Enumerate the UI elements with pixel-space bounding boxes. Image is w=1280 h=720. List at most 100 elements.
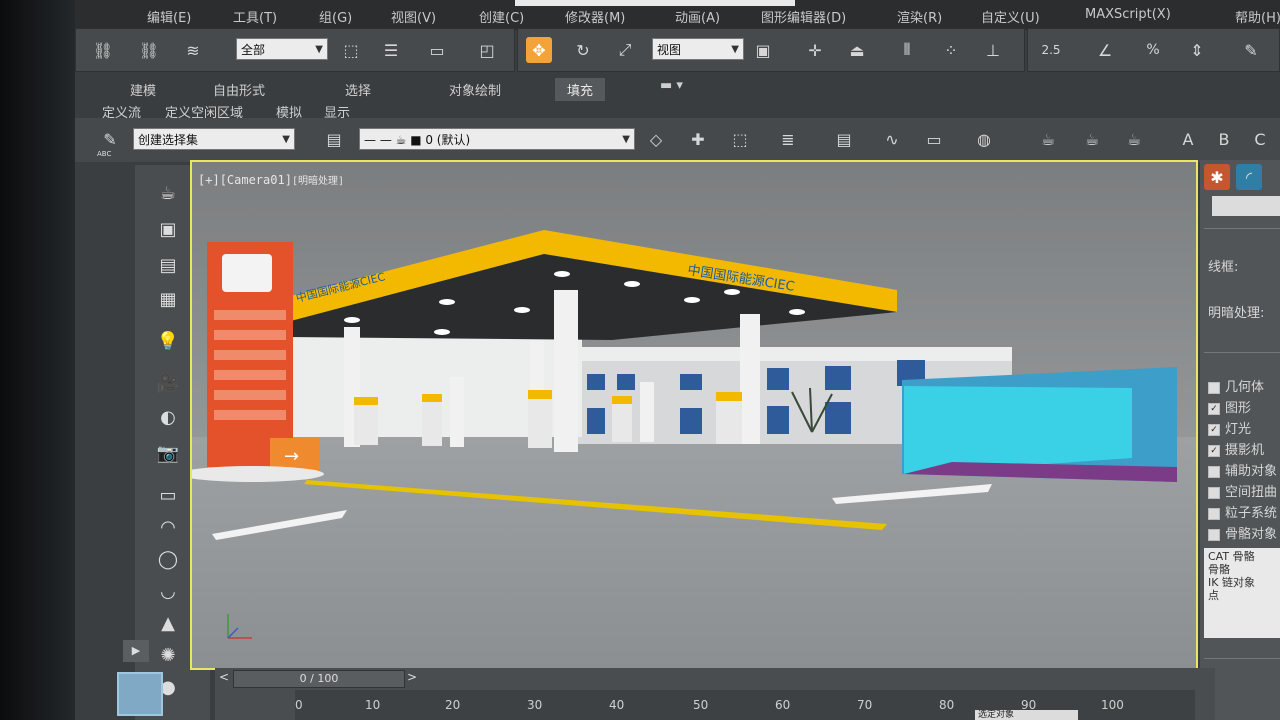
cone-icon[interactable]: ▲ <box>153 611 183 635</box>
c-icon[interactable]: C <box>1247 126 1273 152</box>
viewport-camera[interactable]: [Camera01] <box>220 173 292 187</box>
viewport-menu[interactable]: [+] <box>198 173 220 187</box>
checkbox-geometry[interactable] <box>1208 381 1220 394</box>
dome-icon[interactable]: ◠ <box>153 515 183 539</box>
rotate-icon[interactable]: ↻ <box>570 37 596 63</box>
menu-edit[interactable]: 编辑(E) <box>147 7 191 26</box>
rectangle-selection-icon[interactable]: ▭ <box>424 37 450 63</box>
ring-icon[interactable]: ◯ <box>153 547 183 571</box>
checkbox-bones[interactable] <box>1208 528 1220 541</box>
next-frame-icon[interactable]: > <box>407 670 417 684</box>
camera-icon[interactable]: 🎥 <box>153 371 183 395</box>
unlink-icon[interactable]: ⛓ <box>136 37 162 63</box>
list-item[interactable]: CAT 骨骼 <box>1208 550 1276 563</box>
menu-modifiers[interactable]: 修改器(M) <box>565 7 625 26</box>
list-item[interactable]: 点 <box>1208 589 1276 602</box>
angle-snap-icon[interactable]: ∠ <box>1092 37 1118 63</box>
checkbox-helpers[interactable] <box>1208 465 1220 478</box>
checkbox-cameras[interactable]: ✓ <box>1208 444 1220 457</box>
add-to-layer-icon[interactable]: ✚ <box>685 126 711 152</box>
checkbox-spacewarps[interactable] <box>1208 486 1220 499</box>
align-icon[interactable]: ⊥ <box>980 37 1006 63</box>
list-item[interactable]: 骨骼 <box>1208 563 1276 576</box>
curve-editor-icon[interactable]: ∿ <box>879 126 905 152</box>
scale-icon[interactable]: ⤢ <box>612 37 638 63</box>
a-icon[interactable]: A <box>1175 126 1201 152</box>
ribbon-options-icon[interactable]: ▬ ▾ <box>660 78 683 93</box>
menu-create[interactable]: 创建(C) <box>479 7 524 26</box>
sheet-icon[interactable]: ▤ <box>153 253 183 277</box>
spinner-snap-icon[interactable]: ⇕ <box>1184 37 1210 63</box>
object-name-field[interactable] <box>1212 196 1280 216</box>
material-editor-icon[interactable]: ◍ <box>971 126 997 152</box>
select-by-name-icon[interactable]: ☰ <box>378 37 404 63</box>
menu-help[interactable]: 帮助(H) <box>1235 7 1280 26</box>
schematic-view-icon[interactable]: ▭ <box>921 126 947 152</box>
ribbon-tab-object-paint[interactable]: 对象绘制 <box>449 80 501 99</box>
teapot-icon[interactable]: ☕ <box>153 181 183 205</box>
menu-animation[interactable]: 动画(A) <box>675 7 720 26</box>
pivot-center-icon[interactable]: ▣ <box>750 37 776 63</box>
checkbox-shapes[interactable]: ✓ <box>1208 402 1220 415</box>
menu-tools[interactable]: 工具(T) <box>233 7 277 26</box>
mini-viewport-icon[interactable] <box>117 672 163 716</box>
menu-maxscript[interactable]: MAXScript(X) <box>1085 7 1171 22</box>
keyboard-shortcut-icon[interactable]: ⏏ <box>844 37 870 63</box>
helper-icon[interactable]: ◐ <box>153 405 183 429</box>
ribbon-tab-populate[interactable]: 填充 <box>555 78 606 101</box>
checkbox-lights[interactable]: ✓ <box>1208 423 1220 436</box>
render-production-icon[interactable]: ☕ <box>1121 126 1147 152</box>
viewport-shading[interactable]: [明暗处理] <box>292 176 344 187</box>
mirror-icon[interactable]: ⫴ <box>894 37 920 63</box>
render-setup-icon[interactable]: ☕ <box>1035 126 1061 152</box>
rollout-header[interactable] <box>1204 228 1280 243</box>
layer-manager-icon[interactable]: ▤ <box>321 126 347 152</box>
layer-dropdown[interactable]: — — ☕ ■ 0 (默认) ▼ <box>359 128 635 150</box>
array-icon[interactable]: ⁘ <box>938 37 964 63</box>
time-slider[interactable]: 0 / 100 <box>233 670 405 688</box>
box-icon[interactable]: ▭ <box>153 483 183 507</box>
viewport-label[interactable]: [+][Camera01][明暗处理] <box>198 172 344 187</box>
b-icon[interactable]: B <box>1211 126 1237 152</box>
link-icon[interactable]: ⛓ <box>90 37 116 63</box>
create-new-layer-icon[interactable]: ◇ <box>643 126 669 152</box>
filter-shapes[interactable]: ✓ 图形 <box>1208 397 1251 416</box>
light-icon[interactable]: 💡 <box>153 329 183 353</box>
modify-panel-icon[interactable]: ◜ <box>1236 164 1262 190</box>
bottom-rollout-header[interactable] <box>1204 658 1280 673</box>
ribbon-tab-selection[interactable]: 选择 <box>345 80 371 99</box>
scene-explorer-icon[interactable]: ▤ <box>831 126 857 152</box>
selection-filter-dropdown[interactable]: 全部 ▼ <box>236 38 328 60</box>
select-manipulate-icon[interactable]: ✛ <box>802 37 828 63</box>
filter-rollout-header[interactable] <box>1204 352 1280 367</box>
named-selection-set-dropdown[interactable]: 创建选择集 ▼ <box>133 128 295 150</box>
checkbox-particles[interactable] <box>1208 507 1220 520</box>
material-icon[interactable]: ▣ <box>153 217 183 241</box>
percent-snap-icon[interactable]: % <box>1140 37 1166 63</box>
reference-coordinate-dropdown[interactable]: 视图 ▼ <box>652 38 744 60</box>
select-object-icon[interactable]: ⬚ <box>338 37 364 63</box>
grid-icon[interactable]: ▦ <box>153 287 183 311</box>
filter-spacewarps[interactable]: 空间扭曲 <box>1208 481 1277 500</box>
list-item[interactable]: IK 链对象 <box>1208 576 1276 589</box>
filter-lights[interactable]: ✓ 灯光 <box>1208 418 1251 437</box>
camera-viewport[interactable]: 中国国际能源CIEC 中国国际能源CIEC → [+][Camera01][明暗… <box>190 160 1198 670</box>
ribbon-tab-freeform[interactable]: 自由形式 <box>213 80 265 99</box>
menu-view[interactable]: 视图(V) <box>391 7 436 26</box>
bind-space-warp-icon[interactable]: ≋ <box>180 37 206 63</box>
menu-group[interactable]: 组(G) <box>319 7 352 26</box>
edit-named-selection-icon[interactable]: ✎ <box>97 126 123 152</box>
menu-graph-editors[interactable]: 图形编辑器(D) <box>761 7 846 26</box>
menu-rendering[interactable]: 渲染(R) <box>897 7 942 26</box>
move-icon[interactable]: ✥ <box>526 37 552 63</box>
object-type-list[interactable]: CAT 骨骼 骨骼 IK 链对象 点 <box>1204 548 1280 638</box>
sun-icon[interactable]: ✺ <box>153 643 183 667</box>
render-frame-icon[interactable]: ☕ <box>1079 126 1105 152</box>
filter-particles[interactable]: 粒子系统 <box>1208 502 1277 521</box>
menu-customize[interactable]: 自定义(U) <box>981 7 1040 26</box>
bowl-icon[interactable]: ◡ <box>153 579 183 603</box>
video-camera-icon[interactable]: 📷 <box>153 441 183 465</box>
previous-frame-icon[interactable]: < <box>219 670 229 684</box>
filter-cameras[interactable]: ✓ 摄影机 <box>1208 439 1264 458</box>
play-icon[interactable]: ▶ <box>123 640 149 662</box>
